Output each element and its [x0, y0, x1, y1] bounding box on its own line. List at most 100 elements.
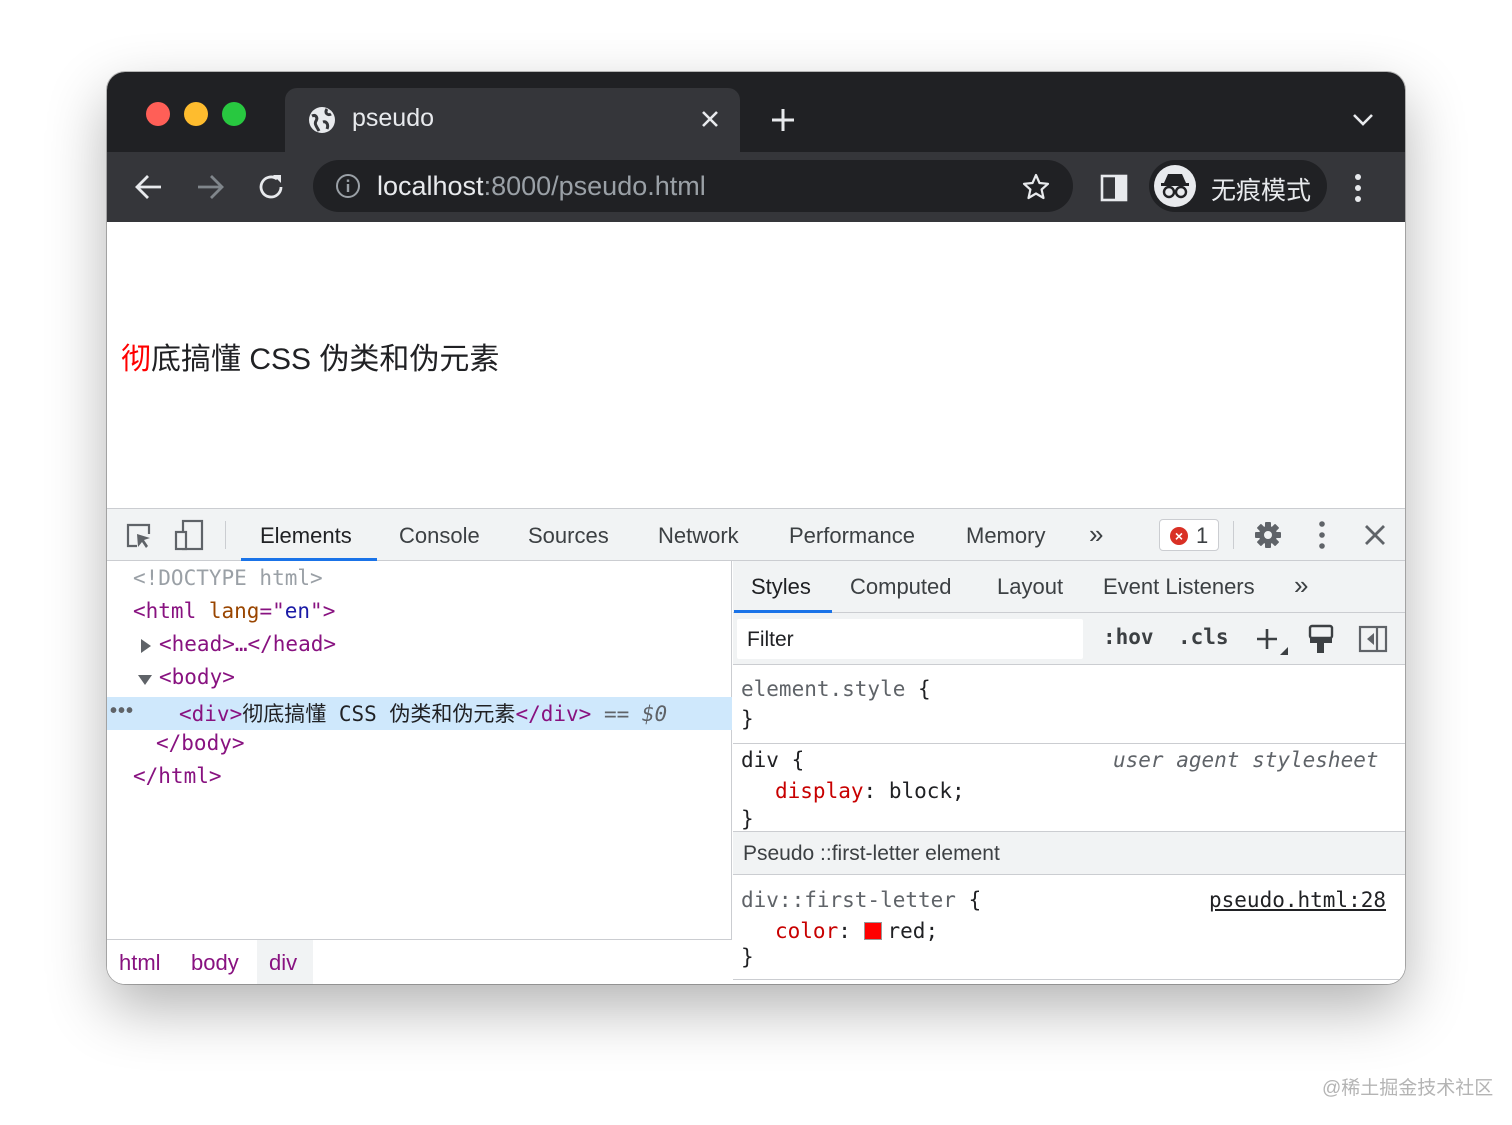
more-vert-icon[interactable]	[1315, 520, 1329, 550]
address-bar[interactable]: localhost:8000/pseudo.html	[313, 160, 1073, 212]
minimize-window-button[interactable]	[184, 102, 208, 126]
attr-name: lang	[208, 599, 260, 623]
element-style-selector[interactable]: element.style {	[741, 677, 931, 701]
forward-icon[interactable]	[194, 172, 226, 202]
sidebar-toggle-icon[interactable]	[1358, 625, 1388, 653]
div-text: 彻底搞懂 CSS 伪类和伪元素	[242, 702, 516, 726]
sidepanel-icon[interactable]	[1100, 174, 1128, 202]
html-tag: <html	[133, 599, 197, 623]
rule-divider	[733, 743, 1405, 744]
globe-icon	[309, 107, 335, 133]
elements-tree: ••• <!DOCTYPE html> <html lang="en"> <he…	[107, 561, 732, 984]
div-close-tag: </div>	[515, 702, 592, 726]
more-tabs-button[interactable]: »	[1089, 519, 1103, 550]
ua-rule-declaration[interactable]: display: block;	[775, 779, 965, 803]
div-open-tag: <div>	[179, 702, 243, 726]
body-close-node[interactable]: </body>	[156, 731, 245, 755]
watermark: @稀土掘金技术社区	[1322, 1078, 1494, 1099]
ua-rule-selector[interactable]: div {	[741, 748, 804, 772]
brace-open: {	[955, 888, 982, 912]
pseudo-rule-declaration[interactable]: color: red;	[775, 919, 938, 943]
tab-network[interactable]: Network	[658, 523, 739, 549]
info-icon[interactable]	[335, 173, 361, 199]
tab-layout[interactable]: Layout	[997, 574, 1063, 600]
toolbar-divider	[1233, 521, 1234, 549]
more-vert-icon[interactable]	[1351, 172, 1365, 204]
html-node[interactable]: <html lang="en">	[133, 599, 335, 623]
browser-window: pseudo localhost:8000/pseudo.html 无痕模式 彻…	[107, 72, 1405, 984]
body-close-tag: </body>	[156, 731, 245, 755]
doctype-node[interactable]: <!DOCTYPE html>	[133, 566, 323, 590]
color-swatch[interactable]	[863, 922, 882, 940]
ua-stylesheet-origin: user agent stylesheet	[1113, 748, 1379, 772]
tab-title: pseudo	[352, 104, 435, 132]
plus-icon[interactable]	[765, 104, 801, 136]
filter-placeholder: Filter	[747, 628, 794, 651]
zoom-window-button[interactable]	[222, 102, 246, 126]
close-icon[interactable]	[1363, 523, 1387, 547]
tab-elements[interactable]: Elements	[260, 523, 352, 549]
tab-event-listeners[interactable]: Event Listeners	[1103, 574, 1255, 600]
url-host: localhost	[377, 171, 484, 201]
property-name: display	[775, 779, 864, 803]
collapse-arrow-icon[interactable]	[138, 675, 152, 685]
more-subtabs-button[interactable]: »	[1294, 570, 1308, 601]
breadcrumb-div[interactable]: div	[269, 950, 297, 976]
paint-brush-icon[interactable]	[1307, 623, 1335, 655]
colon: :	[838, 919, 864, 943]
console-ref-var: $0	[641, 702, 668, 726]
incognito-avatar	[1154, 165, 1196, 207]
tab-memory[interactable]: Memory	[966, 523, 1045, 549]
cls-toggle[interactable]: .cls	[1178, 625, 1229, 649]
expand-arrow-icon[interactable]	[141, 639, 151, 653]
device-toggle-icon[interactable]	[173, 519, 205, 551]
breadcrumb: html body div	[107, 939, 732, 984]
tab-pseudo[interactable]: pseudo	[285, 88, 740, 152]
reload-icon[interactable]	[255, 171, 287, 203]
pseudo-rule-selector[interactable]: div::first-letter {	[741, 888, 981, 912]
body-node[interactable]: <body>	[159, 665, 235, 689]
error-counter[interactable]: × 1	[1159, 519, 1219, 551]
attr-eq: ="	[259, 599, 285, 623]
tab-styles[interactable]: Styles	[751, 574, 811, 600]
chevron-down-icon[interactable]	[1349, 110, 1377, 130]
property-value: red;	[887, 919, 939, 943]
close-window-button[interactable]	[146, 102, 170, 126]
page-div: 彻底搞懂 CSS 伪类和伪元素	[121, 334, 499, 378]
tab-computed[interactable]: Computed	[850, 574, 952, 600]
gear-icon[interactable]	[1254, 521, 1282, 549]
new-rule-icon[interactable]	[1255, 625, 1289, 657]
selector-text: div	[741, 748, 779, 772]
tab-performance[interactable]: Performance	[789, 523, 915, 549]
tab-sources[interactable]: Sources	[528, 523, 609, 549]
error-count: 1	[1196, 523, 1209, 548]
star-icon[interactable]	[1021, 172, 1051, 202]
property-name: color	[775, 919, 839, 943]
hov-toggle[interactable]: :hov	[1103, 625, 1154, 649]
node-actions-dots[interactable]: •••	[110, 700, 134, 723]
pseudo-element-header: Pseudo ::first-letter element	[733, 831, 1405, 875]
filter-input[interactable]: Filter	[737, 619, 1083, 659]
incognito-badge[interactable]: 无痕模式	[1149, 160, 1327, 212]
element-style-close: }	[741, 707, 754, 731]
tab-console[interactable]: Console	[399, 523, 480, 549]
styles-pane: Styles Computed Layout Event Listeners »…	[733, 561, 1405, 984]
styles-subtabs: Styles Computed Layout Event Listeners »	[733, 561, 1405, 613]
error-icon: ×	[1170, 527, 1188, 545]
head-tag: <head>…</head>	[159, 632, 337, 656]
brace-open: {	[905, 677, 931, 701]
html-close-node[interactable]: </html>	[133, 764, 222, 788]
brace-open: {	[778, 748, 805, 772]
html-close-tag: </html>	[133, 764, 222, 788]
doctype-text: <!DOCTYPE html>	[133, 566, 323, 590]
div-node-selected[interactable]: <div>彻底搞懂 CSS 伪类和伪元素</div> == $0	[179, 698, 667, 728]
close-icon[interactable]	[695, 104, 725, 134]
head-node[interactable]: <head>…</head>	[159, 632, 336, 656]
source-link[interactable]: pseudo.html:28	[1209, 888, 1386, 912]
breadcrumb-body[interactable]: body	[191, 950, 239, 976]
inspect-element-icon[interactable]	[125, 522, 153, 550]
breadcrumb-html[interactable]: html	[119, 950, 161, 976]
url-text[interactable]: localhost:8000/pseudo.html	[377, 171, 706, 202]
back-icon[interactable]	[133, 172, 165, 202]
page-viewport: 彻底搞懂 CSS 伪类和伪元素	[107, 222, 1405, 508]
